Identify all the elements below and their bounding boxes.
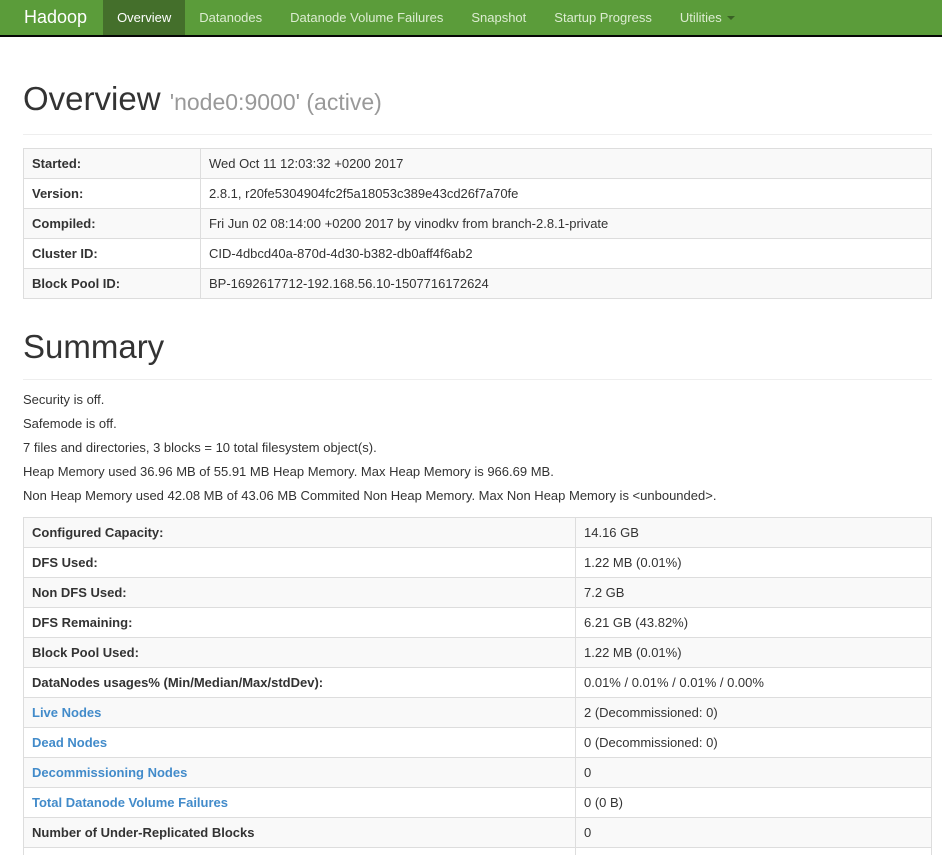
row-value: 1.22 MB (0.01%) [575,637,932,668]
summary-table: Configured Capacity: 14.16 GB DFS Used: … [23,517,932,855]
filesystem-objects-status: 7 files and directories, 3 blocks = 10 t… [23,440,377,455]
decommissioning-nodes-link[interactable]: Decommissioning Nodes [32,765,187,780]
row-label: DataNodes usages% (Min/Median/Max/stdDev… [23,667,576,698]
row-value: Fri Jun 02 08:14:00 +0200 2017 by vinodk… [200,208,932,239]
table-row: Live Nodes 2 (Decommissioned: 0) [23,697,932,728]
total-datanode-volume-failures-link[interactable]: Total Datanode Volume Failures [32,795,228,810]
table-row: Version: 2.8.1, r20fe5304904fc2f5a18053c… [23,178,932,209]
top-navbar: Hadoop Overview Datanodes Datanode Volum… [0,0,942,37]
page-header-overview: Overview 'node0:9000' (active) [23,81,932,135]
row-value: 6.21 GB (43.82%) [575,607,932,638]
main-content: Overview 'node0:9000' (active) Started: … [23,81,932,855]
safemode-status: Safemode is off. [23,416,117,431]
row-label: Number of Blocks Pending Deletion [23,847,576,855]
row-value: 0 (0 B) [575,787,932,818]
page-title-text: Overview [23,80,161,117]
table-row: Number of Under-Replicated Blocks 0 [23,817,932,848]
table-row: Cluster ID: CID-4dbcd40a-870d-4d30-b382-… [23,238,932,269]
utilities-dropdown-label: Utilities [679,10,722,25]
dead-nodes-link[interactable]: Dead Nodes [32,735,107,750]
page-subtitle: 'node0:9000' (active) [169,89,382,115]
hadoop-brand[interactable]: Hadoop [24,0,87,35]
row-label: Number of Under-Replicated Blocks [23,817,576,848]
summary-status-text: Security is off. Safemode is off. 7 file… [23,393,932,503]
caret-down-icon [726,15,735,20]
table-row: DFS Used: 1.22 MB (0.01%) [23,547,932,578]
row-value: 0.01% / 0.01% / 0.01% / 0.00% [575,667,932,698]
row-value: 2.8.1, r20fe5304904fc2f5a18053c389e43cd2… [200,178,932,209]
table-row: Compiled: Fri Jun 02 08:14:00 +0200 2017… [23,208,932,239]
nav-tab-snapshot[interactable]: Snapshot [457,0,540,35]
row-value: Wed Oct 11 12:03:32 +0200 2017 [200,148,932,179]
row-label: Block Pool ID: [23,268,201,299]
cluster-info-table: Started: Wed Oct 11 12:03:32 +0200 2017 … [23,148,932,299]
row-label: DFS Used: [23,547,576,578]
row-label: Version: [23,178,201,209]
table-row: Configured Capacity: 14.16 GB [23,517,932,548]
row-value: 0 [575,817,932,848]
row-value: 0 (Decommissioned: 0) [575,727,932,758]
row-label: Compiled: [23,208,201,239]
row-value: CID-4dbcd40a-870d-4d30-b382-db0aff4f6ab2 [200,238,932,269]
row-label: Block Pool Used: [23,637,576,668]
row-value: 0 [575,847,932,855]
row-label: Started: [23,148,201,179]
nav-tab-datanode-volume-failures[interactable]: Datanode Volume Failures [276,0,457,35]
table-row: Started: Wed Oct 11 12:03:32 +0200 2017 [23,148,932,179]
page-title: Overview 'node0:9000' (active) [23,81,932,120]
nav-tab-overview[interactable]: Overview [103,0,186,35]
table-row: Block Pool Used: 1.22 MB (0.01%) [23,637,932,668]
page-header-summary: Summary [23,329,932,380]
table-row: Number of Blocks Pending Deletion 0 [23,847,932,855]
table-row: Block Pool ID: BP-1692617712-192.168.56.… [23,268,932,299]
nav-tab-startup-progress[interactable]: Startup Progress [540,0,666,35]
row-label: DFS Remaining: [23,607,576,638]
table-row: Non DFS Used: 7.2 GB [23,577,932,608]
nav-tab-datanodes[interactable]: Datanodes [185,0,276,35]
table-row: Total Datanode Volume Failures 0 (0 B) [23,787,932,818]
row-value: 7.2 GB [575,577,932,608]
hadoop-brand-label: Hadoop [24,7,88,27]
table-row: DataNodes usages% (Min/Median/Max/stdDev… [23,667,932,698]
row-label: Configured Capacity: [23,517,576,548]
row-value: 0 [575,757,932,788]
table-row: Decommissioning Nodes 0 [23,757,932,788]
table-row: DFS Remaining: 6.21 GB (43.82%) [23,607,932,638]
row-label: Cluster ID: [23,238,201,269]
row-value: BP-1692617712-192.168.56.10-150771617262… [200,268,932,299]
summary-title: Summary [23,328,165,365]
security-status: Security is off. [23,392,105,407]
row-value: 2 (Decommissioned: 0) [575,697,932,728]
table-row: Dead Nodes 0 (Decommissioned: 0) [23,727,932,758]
heap-memory-status: Heap Memory used 36.96 MB of 55.91 MB He… [23,464,554,479]
non-heap-memory-status: Non Heap Memory used 42.08 MB of 43.06 M… [23,488,717,503]
utilities-dropdown[interactable]: Utilities [666,0,749,35]
row-value: 14.16 GB [575,517,932,548]
live-nodes-link[interactable]: Live Nodes [32,705,101,720]
row-label: Non DFS Used: [23,577,576,608]
row-value: 1.22 MB (0.01%) [575,547,932,578]
